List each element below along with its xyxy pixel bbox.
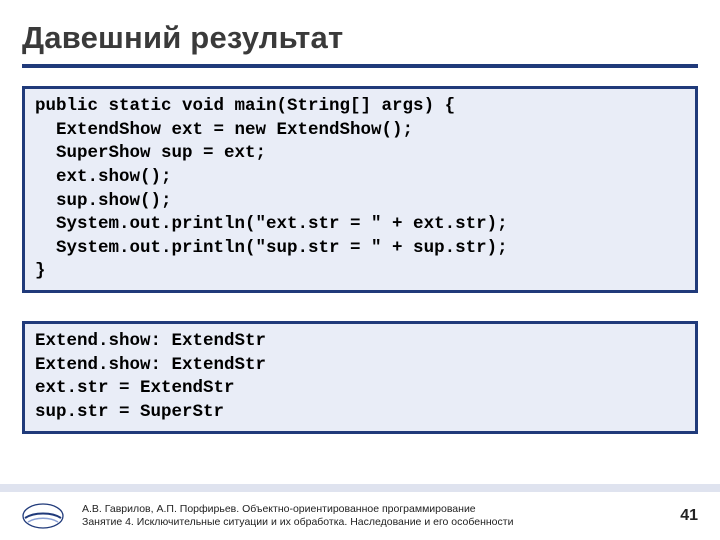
footer-line-1: А.В. Гаврилов, А.П. Порфирьев. Объектно-…: [82, 503, 680, 516]
footer: А.В. Гаврилов, А.П. Порфирьев. Объектно-…: [0, 484, 720, 540]
output-text: Extend.show: ExtendStr Extend.show: Exte…: [35, 330, 685, 425]
logo-icon: [22, 502, 64, 530]
slide: Давешний результат public static void ma…: [0, 0, 720, 540]
code-text: public static void main(String[] args) {…: [35, 95, 685, 284]
code-block: public static void main(String[] args) {…: [22, 86, 698, 293]
title-block: Давешний результат: [22, 20, 698, 68]
title-divider: [22, 64, 698, 68]
slide-title: Давешний результат: [22, 20, 698, 56]
footer-inner: А.В. Гаврилов, А.П. Порфирьев. Объектно-…: [0, 492, 720, 540]
footer-stripe: [0, 484, 720, 492]
footer-text: А.В. Гаврилов, А.П. Порфирьев. Объектно-…: [82, 503, 680, 529]
output-block: Extend.show: ExtendStr Extend.show: Exte…: [22, 321, 698, 434]
page-number: 41: [680, 507, 698, 525]
footer-line-2: Занятие 4. Исключительные ситуации и их …: [82, 516, 680, 529]
